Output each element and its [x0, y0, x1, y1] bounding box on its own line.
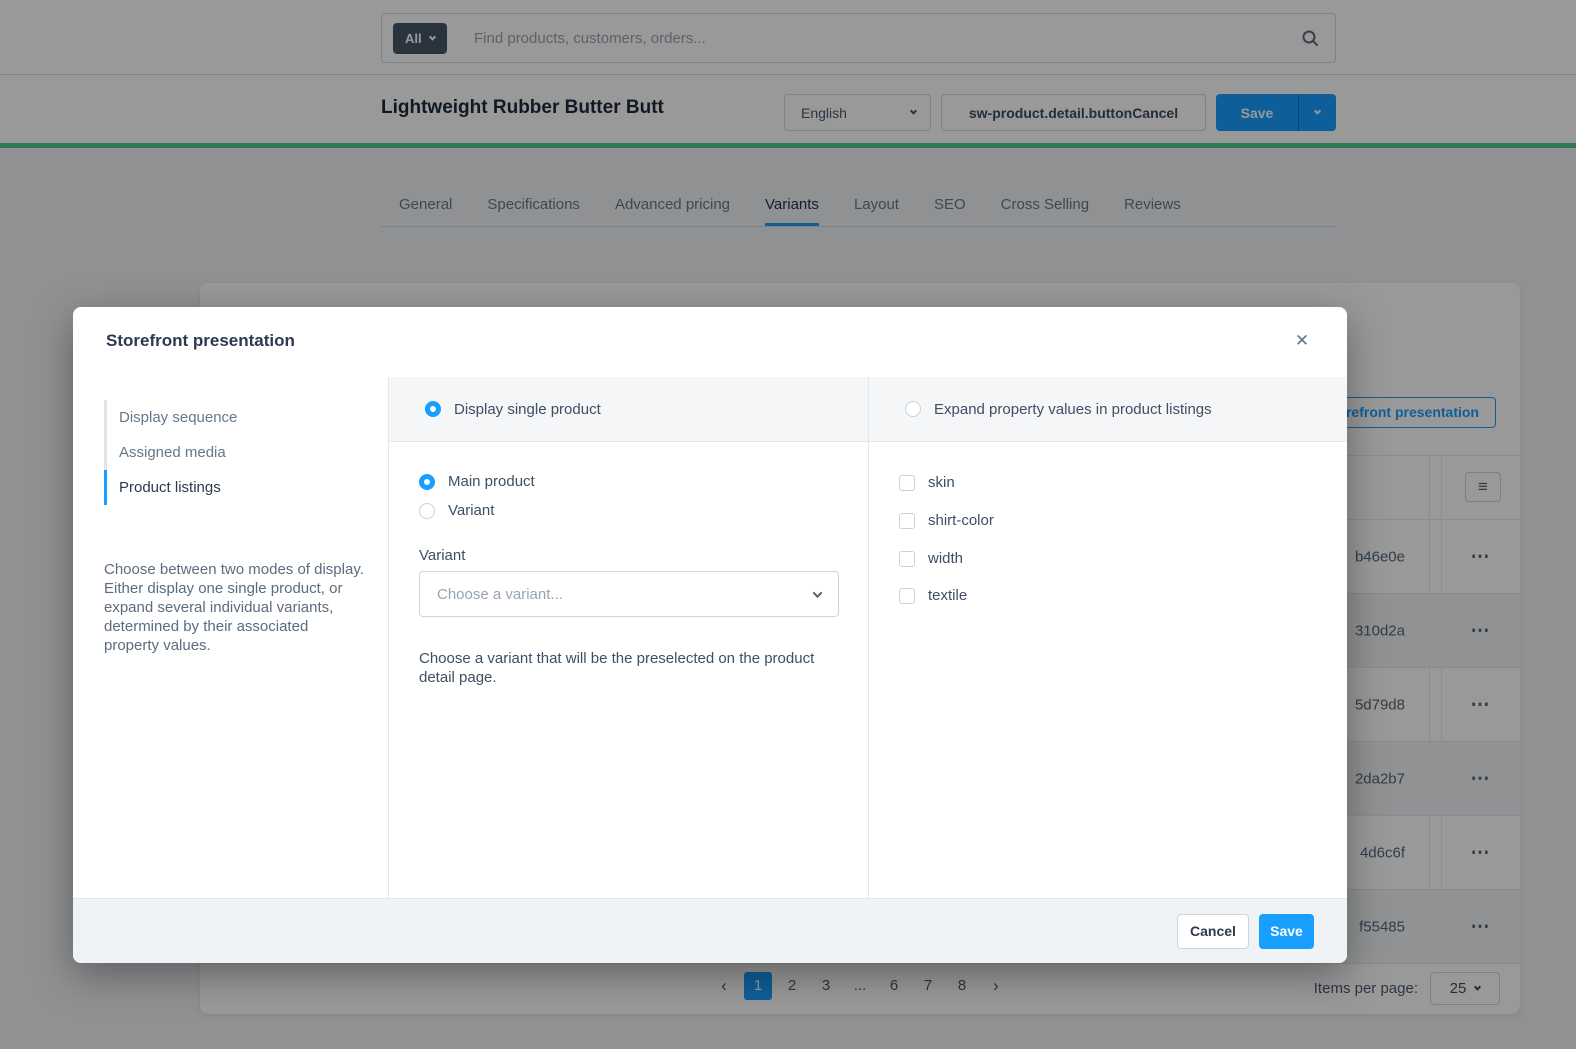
variant-select[interactable]: Choose a variant...: [419, 571, 839, 617]
modal-cancel-button[interactable]: Cancel: [1177, 914, 1249, 949]
textile-label: textile: [928, 587, 967, 604]
storefront-presentation-modal: Storefront presentation ✕ Display sequen…: [73, 307, 1347, 963]
property-option-shirt-color: shirt-color: [899, 512, 994, 529]
chevron-down-icon: [813, 588, 823, 598]
variant-help-text: Choose a variant that will be the presel…: [419, 649, 821, 687]
skin-checkbox[interactable]: [899, 475, 915, 491]
expand-properties-column: Expand property values in product listin…: [868, 377, 1347, 898]
single-product-column: Display single product Main product Vari…: [388, 377, 868, 898]
nav-item-display-sequence[interactable]: Display sequence: [104, 400, 364, 435]
variant-select-placeholder: Choose a variant...: [437, 586, 563, 603]
property-option-width: width: [899, 550, 963, 567]
shirt-color-checkbox[interactable]: [899, 513, 915, 529]
display-single-product-label: Display single product: [454, 401, 601, 418]
modal-title: Storefront presentation: [106, 331, 295, 351]
nav-item-product-listings[interactable]: Product listings: [104, 470, 364, 505]
close-icon[interactable]: ✕: [1290, 329, 1314, 353]
modal-body: Display sequence Assigned media Product …: [73, 377, 1347, 898]
skin-label: skin: [928, 474, 955, 491]
main-product-label: Main product: [448, 473, 535, 490]
expand-properties-label: Expand property values in product listin…: [934, 401, 1212, 418]
property-option-textile: textile: [899, 587, 967, 604]
main-product-option: Main product: [419, 473, 535, 490]
shirt-color-label: shirt-color: [928, 512, 994, 529]
nav-item-assigned-media[interactable]: Assigned media: [104, 435, 364, 470]
expand-properties-radio[interactable]: [905, 401, 921, 417]
main-product-radio[interactable]: [419, 474, 435, 490]
mode-description: Choose between two modes of display. Eit…: [104, 560, 364, 655]
variant-option: Variant: [419, 502, 494, 519]
variant-radio[interactable]: [419, 503, 435, 519]
single-product-mode-header: Display single product: [389, 377, 868, 442]
modal-sidebar: Display sequence Assigned media Product …: [73, 377, 388, 898]
modal-nav: Display sequence Assigned media Product …: [104, 400, 364, 505]
width-checkbox[interactable]: [899, 551, 915, 567]
variant-option-label: Variant: [448, 502, 494, 519]
width-label: width: [928, 550, 963, 567]
property-option-skin: skin: [899, 474, 955, 491]
modal-footer: Cancel Save: [73, 898, 1347, 963]
variant-field-label: Variant: [419, 547, 465, 564]
modal-save-button[interactable]: Save: [1259, 914, 1314, 949]
modal-header: Storefront presentation ✕: [73, 307, 1347, 377]
textile-checkbox[interactable]: [899, 588, 915, 604]
expand-properties-mode-header: Expand property values in product listin…: [869, 377, 1347, 442]
display-single-product-radio[interactable]: [425, 401, 441, 417]
